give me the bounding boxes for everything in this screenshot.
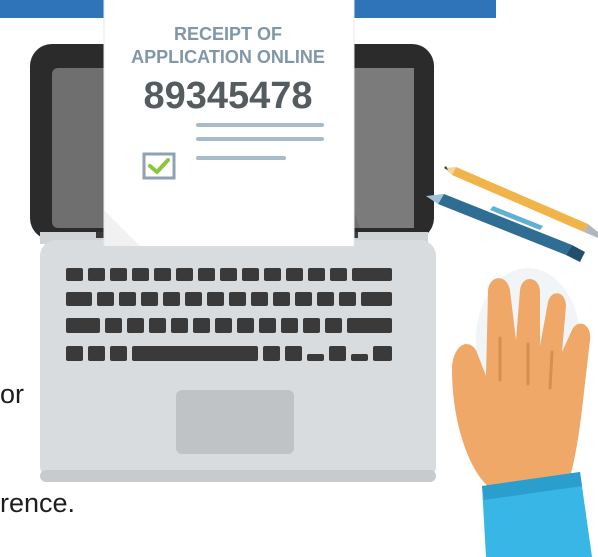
body-text-fragment-1: or (0, 379, 25, 409)
check-icon (142, 152, 176, 180)
receipt-title-line2: APPLICATION ONLINE (131, 47, 325, 67)
laptop-illustration: RECEIPT OF APPLICATION ONLINE 89345478 (30, 0, 598, 557)
touchpad (176, 390, 294, 454)
receipt-title-line1: RECEIPT OF (174, 24, 282, 44)
receipt-number: 89345478 (143, 75, 312, 117)
pen-icon (426, 194, 585, 262)
body-text-fragment-2: rence. (0, 488, 76, 518)
